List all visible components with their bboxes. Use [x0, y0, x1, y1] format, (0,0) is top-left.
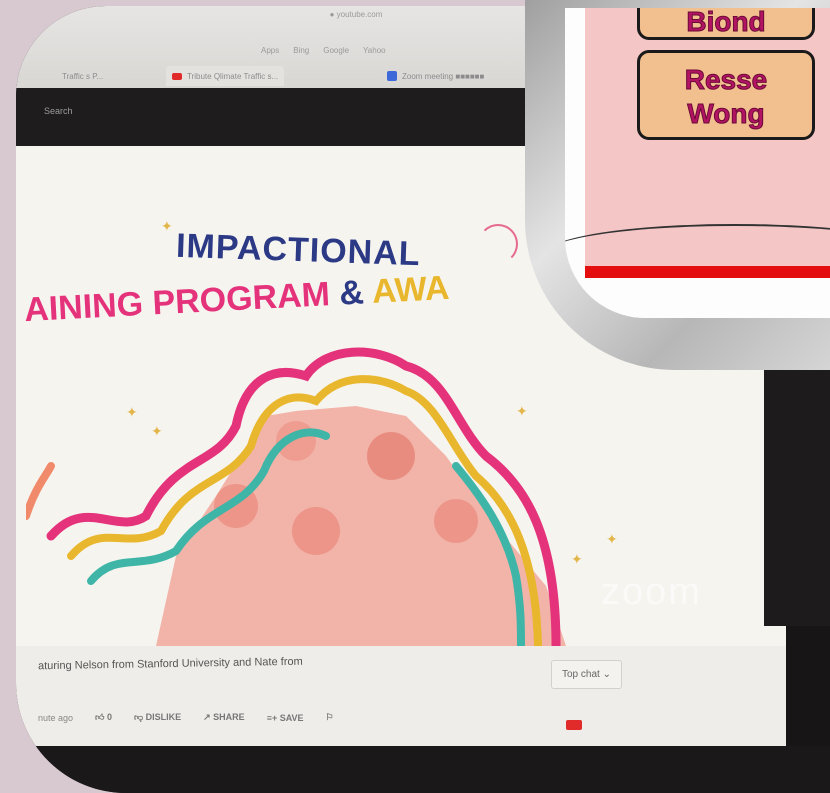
share-button[interactable]: ↗ SHARE [203, 712, 245, 723]
tab-label: Tribute Qlimate Traffic s... [187, 71, 279, 81]
browser-tab-1[interactable]: Traffic s P... [56, 66, 109, 86]
save-button[interactable]: ≡+ SAVE [267, 713, 304, 723]
dislike-button[interactable]: 👎︎ DISLIKE [134, 712, 181, 723]
title-line2-pink: AINING PROGRAM [23, 275, 331, 330]
monitor-bezel [764, 366, 830, 626]
slide-title-line1: IMPACTIONAL [175, 226, 422, 274]
browser-tab-3[interactable]: Zoom meeting ■■■■■■ [381, 66, 490, 86]
url-bar[interactable]: ● youtube.com [286, 10, 426, 22]
time-ago: nute ago [38, 712, 74, 723]
thumbs-down-icon: 👎︎ [133, 712, 146, 722]
bookmark-google[interactable]: Google [323, 46, 349, 55]
save-label: SAVE [279, 712, 304, 723]
video-actions: nute ago 👍︎ 0 👎︎ DISLIKE ↗ SHARE ≡+ SAVE… [38, 712, 334, 723]
self-view-overlay: Biond Resse Wong [525, 0, 830, 370]
chevron-down-icon: ⌄ [602, 669, 611, 680]
bookmark-apps[interactable]: Apps [261, 46, 279, 55]
people-collage-art [26, 347, 566, 646]
self-view-video: Biond Resse Wong [565, 8, 830, 318]
title-line2-amp: & [338, 273, 365, 313]
search-label[interactable]: Search [44, 106, 73, 116]
bookmark-yahoo[interactable]: Yahoo [363, 46, 386, 55]
name-panel-background: Biond Resse Wong [565, 8, 830, 268]
red-accent-bar [585, 266, 830, 278]
name-tag-current: Resse Wong [637, 50, 815, 140]
bookmark-bing[interactable]: Bing [293, 46, 309, 55]
name-first: Resse [684, 64, 768, 96]
monitor-bottom [16, 746, 830, 793]
share-label: SHARE [213, 712, 245, 722]
report-flag-icon[interactable]: ⚐ [326, 712, 334, 723]
name-tag-previous: Biond [637, 8, 815, 40]
like-count: 0 [106, 712, 112, 722]
playlist-add-icon: ≡+ [266, 712, 280, 723]
video-info: aturing Nelson from Stanford University … [16, 646, 786, 746]
browser-tab-2[interactable]: Tribute Qlimate Traffic s... [166, 66, 285, 86]
dislike-label: DISLIKE [145, 712, 182, 722]
tab-label: Traffic s P... [62, 71, 104, 81]
tab-label: Zoom meeting ■■■■■■ [402, 71, 485, 81]
sparkle-icon: ✦ [161, 218, 173, 234]
like-button[interactable]: 👍︎ 0 [95, 712, 112, 723]
name-last: Wong [687, 98, 765, 130]
video-caption: aturing Nelson from Stanford University … [37, 655, 303, 673]
title-line2-gold: AWA [370, 268, 451, 311]
title-ring-decoration [478, 224, 518, 264]
zoom-icon [387, 71, 397, 81]
bookmarks-bar: Apps Bing Google Yahoo [261, 46, 386, 55]
thumbs-up-icon: 👍︎ [95, 712, 107, 722]
sparkle-icon: ✦ [606, 531, 618, 547]
top-chat-dropdown[interactable]: Top chat ⌄ [551, 660, 622, 689]
slide-title-line2: AINING PROGRAM & AWA [23, 269, 450, 330]
youtube-icon [566, 720, 582, 730]
youtube-icon [172, 72, 182, 80]
zoom-watermark: zoom [601, 571, 702, 613]
top-chat-label: Top chat [562, 669, 600, 680]
share-icon: ↗ [203, 712, 214, 722]
